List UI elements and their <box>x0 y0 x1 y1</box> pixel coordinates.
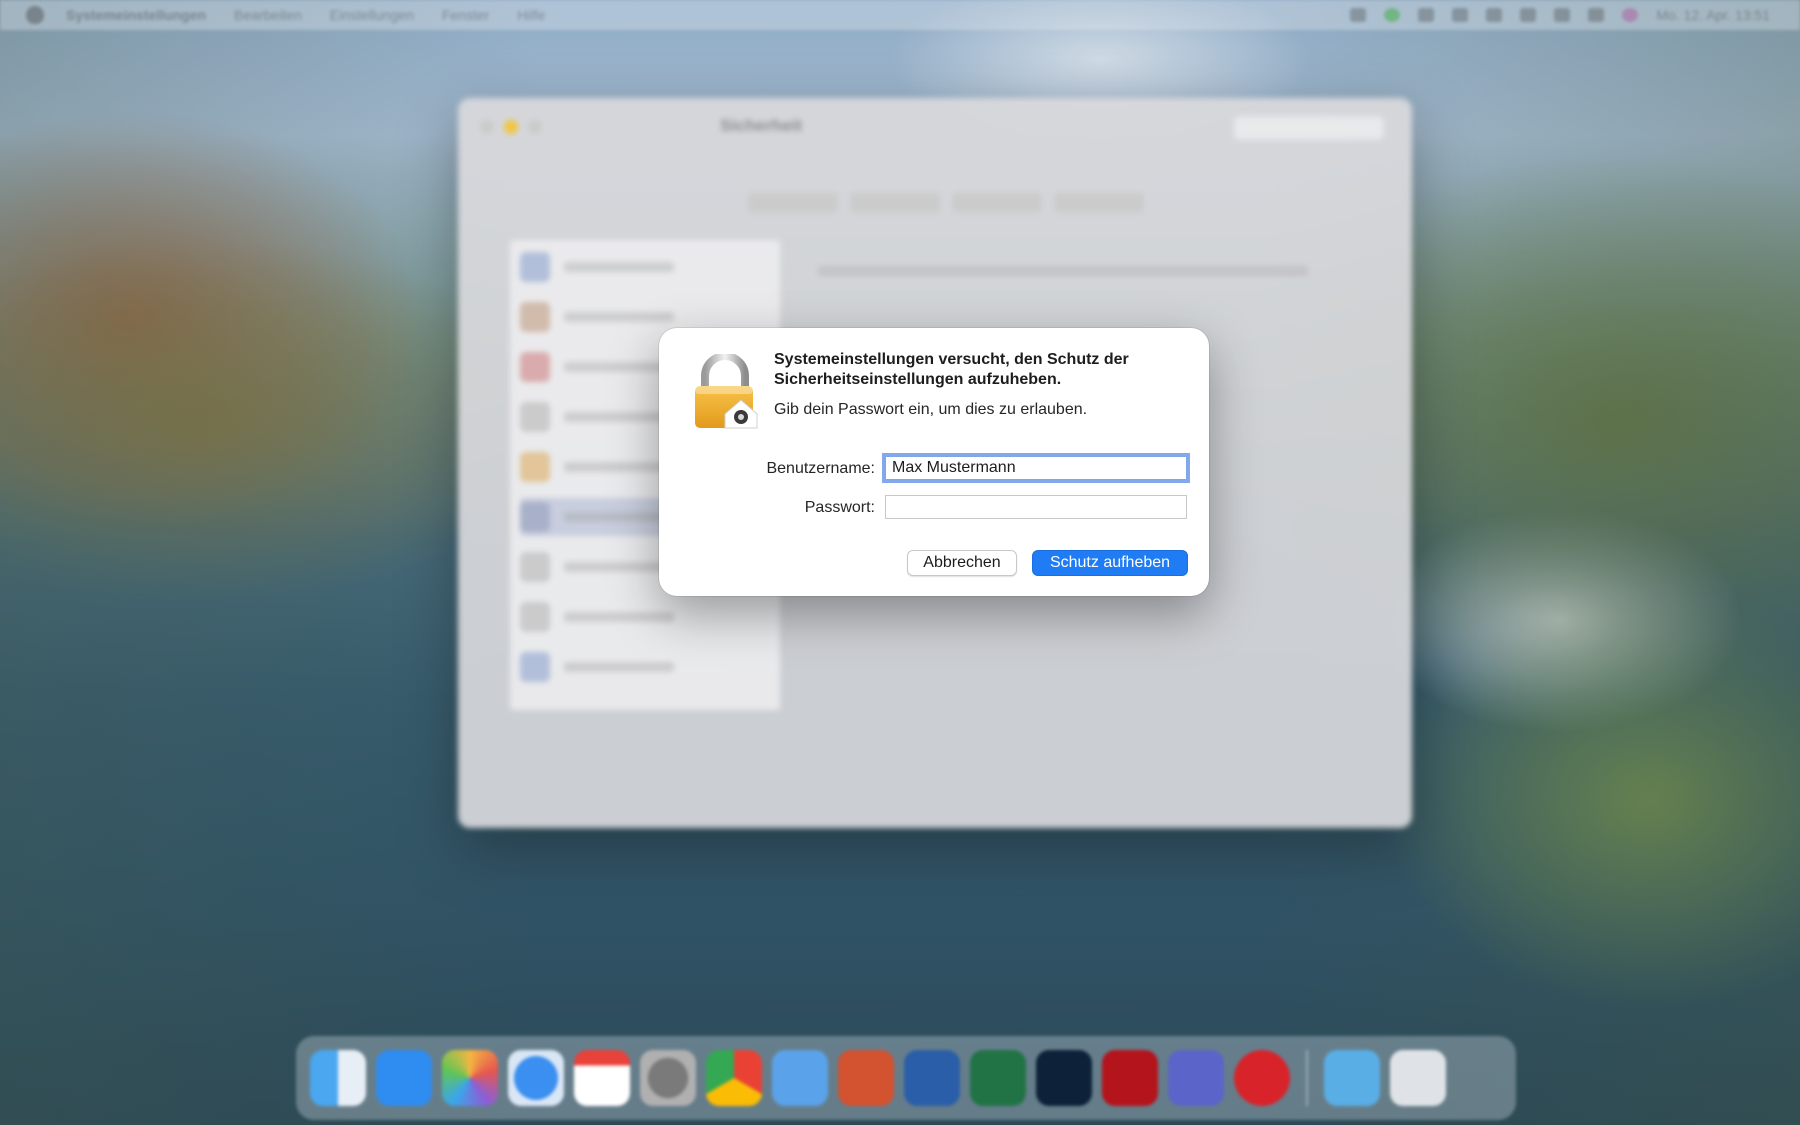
lock-icon <box>695 354 758 429</box>
teams-icon[interactable] <box>1168 1050 1224 1106</box>
word-icon[interactable] <box>904 1050 960 1106</box>
excel-icon[interactable] <box>970 1050 1026 1106</box>
dock-separator <box>1306 1050 1308 1106</box>
mail-icon[interactable] <box>772 1050 828 1106</box>
password-field[interactable] <box>885 495 1187 519</box>
calendar-icon[interactable] <box>574 1050 630 1106</box>
system-preferences-icon[interactable] <box>640 1050 696 1106</box>
powerpoint-icon[interactable] <box>838 1050 894 1106</box>
app-store-icon[interactable] <box>376 1050 432 1106</box>
unlock-button[interactable]: Schutz aufheben <box>1032 550 1188 576</box>
acrobat-icon[interactable] <box>1102 1050 1158 1106</box>
activity-monitor-icon[interactable] <box>1234 1050 1290 1106</box>
finder-icon[interactable] <box>310 1050 366 1106</box>
dialog-title: Systemeinstellungen versucht, den Schutz… <box>774 351 1129 388</box>
photos-icon[interactable] <box>442 1050 498 1106</box>
trash-icon[interactable] <box>1390 1050 1446 1106</box>
dock <box>296 1036 1516 1120</box>
downloads-folder-icon[interactable] <box>1324 1050 1380 1106</box>
password-label: Passwort: <box>804 499 875 516</box>
chrome-icon[interactable] <box>706 1050 762 1106</box>
safari-icon[interactable] <box>508 1050 564 1106</box>
username-field[interactable] <box>885 456 1187 480</box>
authentication-dialog: Systemeinstellungen versucht, den Schutz… <box>659 328 1209 596</box>
cancel-button[interactable]: Abbrechen <box>907 550 1017 576</box>
username-label: Benutzername: <box>766 460 875 477</box>
dialog-message: Gib dein Passwort ein, um dies zu erlaub… <box>774 401 1088 418</box>
photoshop-icon[interactable] <box>1036 1050 1092 1106</box>
